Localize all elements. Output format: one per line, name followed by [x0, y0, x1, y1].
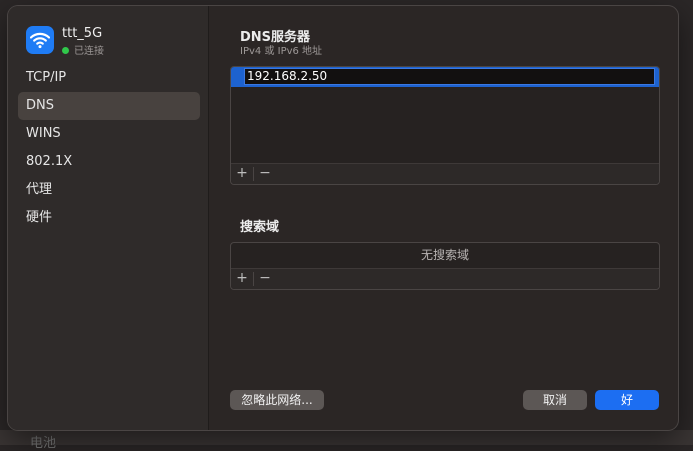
sidebar-item-proxy[interactable]: 代理 [18, 176, 200, 204]
dns-server-list: + − [230, 66, 660, 185]
add-search-domain-button[interactable]: + [231, 269, 253, 289]
forget-network-button[interactable]: 忽略此网络... [230, 390, 324, 410]
remove-search-domain-button[interactable]: − [254, 269, 276, 289]
sidebar-item-8021x[interactable]: 802.1X [18, 148, 200, 176]
dns-servers-subtitle: IPv4 或 IPv6 地址 [240, 46, 323, 57]
network-header: ttt_5G 已连接 [26, 26, 196, 62]
dns-list-toolbar: + − [231, 163, 659, 184]
network-details-sheet: ttt_5G 已连接 TCP/IP DNS WINS 802.1X 代理 硬件 … [8, 6, 678, 430]
network-name: ttt_5G [62, 26, 103, 41]
dns-server-input[interactable] [244, 68, 655, 85]
network-status-text: 已连接 [74, 46, 104, 57]
remove-dns-button[interactable]: − [254, 164, 276, 184]
search-domain-list: 无搜索域 + − [230, 242, 660, 290]
dns-server-row[interactable] [231, 67, 659, 87]
network-status: 已连接 [62, 42, 104, 57]
sidebar-item-hardware[interactable]: 硬件 [18, 204, 200, 232]
search-domains-title: 搜索域 [240, 220, 280, 235]
dns-panel: DNS服务器 IPv4 或 IPv6 地址 + − 搜索域 无搜索域 + − 忽… [209, 6, 678, 430]
ok-button[interactable]: 好 [595, 390, 659, 410]
search-domain-toolbar: + − [231, 268, 659, 289]
wifi-icon [26, 26, 54, 54]
sidebar-item-dns[interactable]: DNS [18, 92, 200, 120]
backdrop-strip [0, 430, 693, 445]
sidebar-item-tcpip[interactable]: TCP/IP [18, 64, 200, 92]
sidebar: ttt_5G 已连接 TCP/IP DNS WINS 802.1X 代理 硬件 [8, 6, 209, 430]
cancel-button[interactable]: 取消 [523, 390, 587, 410]
sidebar-nav: TCP/IP DNS WINS 802.1X 代理 硬件 [18, 64, 200, 232]
backdrop-partial-text: 电池 [30, 436, 57, 451]
add-dns-button[interactable]: + [231, 164, 253, 184]
search-domain-empty-text: 无搜索域 [420, 248, 469, 262]
sidebar-item-wins[interactable]: WINS [18, 120, 200, 148]
connected-dot-icon [62, 47, 69, 54]
